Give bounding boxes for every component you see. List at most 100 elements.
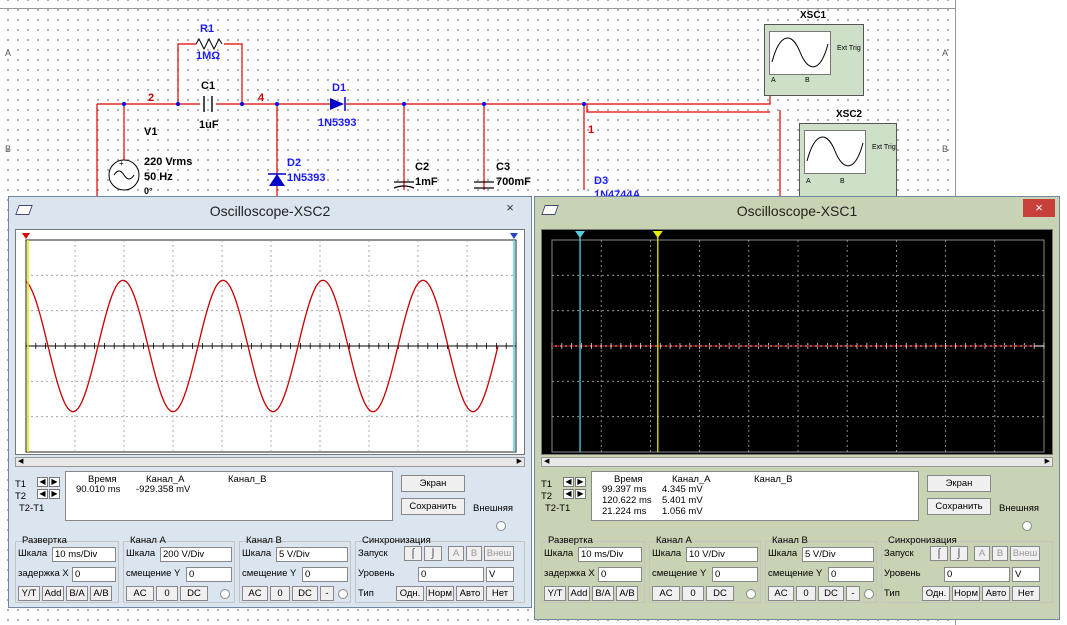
c2-ref[interactable]: C2 (415, 161, 429, 173)
trigger-ext-button[interactable]: Внеш (1010, 546, 1040, 561)
timebase-delay-input[interactable]: 0 (72, 567, 116, 582)
trigger-auto-button[interactable]: Авто (982, 586, 1010, 601)
channel-b-invert-button[interactable]: - (320, 586, 334, 601)
timebase-delay-input[interactable]: 0 (598, 567, 642, 582)
trigger-single-button[interactable]: Одн. (922, 586, 950, 601)
scroll-left-arrow[interactable]: ◀ (544, 458, 549, 466)
screen-button[interactable]: Экран (401, 475, 465, 492)
channel-b-zero-button[interactable]: 0 (796, 586, 816, 601)
channel-a-dc-button[interactable]: DC (706, 586, 734, 601)
channel-b-radio[interactable] (864, 589, 874, 599)
trigger-level-unit[interactable]: V (486, 567, 514, 582)
channel-a-radio[interactable] (220, 589, 230, 599)
trigger-level-unit[interactable]: V (1012, 567, 1040, 582)
xsc2-instrument[interactable]: Ext Trig A B (799, 123, 897, 197)
channel-b-scale-input[interactable]: 5 V/Div (276, 547, 348, 562)
mode-yt-button[interactable]: Y/T (18, 586, 40, 601)
trigger-ext-button[interactable]: Внеш (484, 546, 514, 561)
trigger-single-button[interactable]: Одн. (396, 586, 424, 601)
mode-ba-button[interactable]: B/A (66, 586, 88, 601)
channel-a-dc-button[interactable]: DC (180, 586, 208, 601)
oscilloscope-window-xsc2[interactable]: Oscilloscope-XSC2 × ◀ ▶ T1 ◀ ▶ T2 ◀ ▶ T2-T1 Время Ка… (8, 196, 532, 608)
cursor-right-arrow[interactable]: ▶ (575, 489, 586, 499)
scroll-right-arrow[interactable]: ▶ (517, 458, 522, 466)
trigger-a-button[interactable]: A (974, 546, 990, 561)
trigger-b-button[interactable]: B (992, 546, 1008, 561)
trigger-normal-button[interactable]: Норм (426, 586, 454, 601)
cursor-right-arrow[interactable]: ▶ (49, 477, 60, 487)
channel-b-dc-button[interactable]: DC (818, 586, 844, 601)
channel-b-offset-input[interactable]: 0 (828, 567, 874, 582)
d3-ref[interactable]: D3 (594, 175, 608, 187)
cursor-right-arrow[interactable]: ▶ (49, 489, 60, 499)
v1-ref[interactable]: V1 (144, 126, 157, 138)
trigger-falling-edge-button[interactable]: ⌡ (950, 546, 968, 561)
channel-b-dc-button[interactable]: DC (292, 586, 318, 601)
channel-a-radio[interactable] (746, 589, 756, 599)
cursor-left-arrow[interactable]: ◀ (563, 477, 574, 487)
timebase-scale-input[interactable]: 10 ms/Div (578, 547, 642, 562)
r1-ref[interactable]: R1 (200, 23, 214, 35)
trigger-none-button[interactable]: Нет (486, 586, 514, 601)
cursor-left-arrow[interactable]: ◀ (37, 477, 48, 487)
mode-ab-button[interactable]: A/B (616, 586, 638, 601)
c2-value[interactable]: 1mF (415, 176, 438, 188)
channel-b-radio[interactable] (338, 589, 348, 599)
close-button[interactable]: × (495, 199, 525, 217)
channel-b-scale-input[interactable]: 5 V/Div (802, 547, 874, 562)
mode-yt-button[interactable]: Y/T (544, 586, 566, 601)
channel-a-zero-button[interactable]: 0 (156, 586, 178, 601)
scroll-left-arrow[interactable]: ◀ (18, 458, 23, 466)
channel-b-ac-button[interactable]: AC (768, 586, 794, 601)
channel-a-ac-button[interactable]: AC (652, 586, 680, 601)
external-radio[interactable] (1022, 521, 1032, 531)
v1-value-2[interactable]: 50 Hz (144, 171, 173, 183)
channel-b-invert-button[interactable]: - (846, 586, 860, 601)
mode-ab-button[interactable]: A/B (90, 586, 112, 601)
channel-b-zero-button[interactable]: 0 (270, 586, 290, 601)
c1-ref[interactable]: C1 (201, 80, 215, 92)
cursor-left-arrow[interactable]: ◀ (563, 489, 574, 499)
scope-display[interactable] (541, 229, 1053, 455)
scope-scrollbar[interactable]: ◀ ▶ (541, 457, 1053, 467)
scroll-right-arrow[interactable]: ▶ (1045, 458, 1050, 466)
channel-a-offset-input[interactable]: 0 (712, 567, 758, 582)
cursor-left-arrow[interactable]: ◀ (37, 489, 48, 499)
v1-value-3[interactable]: 0° (144, 186, 153, 196)
trigger-rising-edge-button[interactable]: ⌠ (930, 546, 948, 561)
c3-ref[interactable]: C3 (496, 161, 510, 173)
trigger-auto-button[interactable]: Авто (456, 586, 484, 601)
d2-value[interactable]: 1N5393 (287, 172, 326, 184)
channel-a-ac-button[interactable]: AC (126, 586, 154, 601)
v1-value-1[interactable]: 220 Vrms (144, 156, 192, 168)
screen-button[interactable]: Экран (927, 475, 991, 492)
trigger-b-button[interactable]: B (466, 546, 482, 561)
trigger-level-input[interactable]: 0 (944, 567, 1010, 582)
xsc1-ref[interactable]: XSC1 (800, 10, 826, 21)
cursor-right-arrow[interactable]: ▶ (575, 477, 586, 487)
mode-add-button[interactable]: Add (568, 586, 590, 601)
xsc1-instrument[interactable]: Ext Trig A B (764, 24, 864, 96)
timebase-scale-input[interactable]: 10 ms/Div (52, 547, 116, 562)
save-button[interactable]: Сохранить (401, 498, 465, 515)
channel-a-scale-input[interactable]: 200 V/Div (160, 547, 232, 562)
xsc2-ref[interactable]: XSC2 (836, 109, 862, 120)
oscilloscope-window-xsc1[interactable]: Oscilloscope-XSC1 × ◀ ▶ T1 ◀ ▶ T2 ◀ ▶ T2-T1 Время Ка… (534, 196, 1060, 620)
close-button[interactable]: × (1023, 199, 1055, 217)
channel-b-offset-input[interactable]: 0 (302, 567, 348, 582)
mode-ba-button[interactable]: B/A (592, 586, 614, 601)
trigger-falling-edge-button[interactable]: ⌡ (424, 546, 442, 561)
r1-value[interactable]: 1MΩ (196, 50, 220, 62)
save-button[interactable]: Сохранить (927, 498, 991, 515)
c1-value[interactable]: 1uF (199, 119, 219, 131)
trigger-normal-button[interactable]: Норм (952, 586, 980, 601)
d2-ref[interactable]: D2 (287, 157, 301, 169)
d1-ref[interactable]: D1 (332, 82, 346, 94)
external-radio[interactable] (496, 521, 506, 531)
trigger-level-input[interactable]: 0 (418, 567, 484, 582)
channel-a-offset-input[interactable]: 0 (186, 567, 232, 582)
trigger-none-button[interactable]: Нет (1012, 586, 1040, 601)
mode-add-button[interactable]: Add (42, 586, 64, 601)
scope-display[interactable] (15, 229, 525, 455)
scope-scrollbar[interactable]: ◀ ▶ (15, 457, 525, 467)
